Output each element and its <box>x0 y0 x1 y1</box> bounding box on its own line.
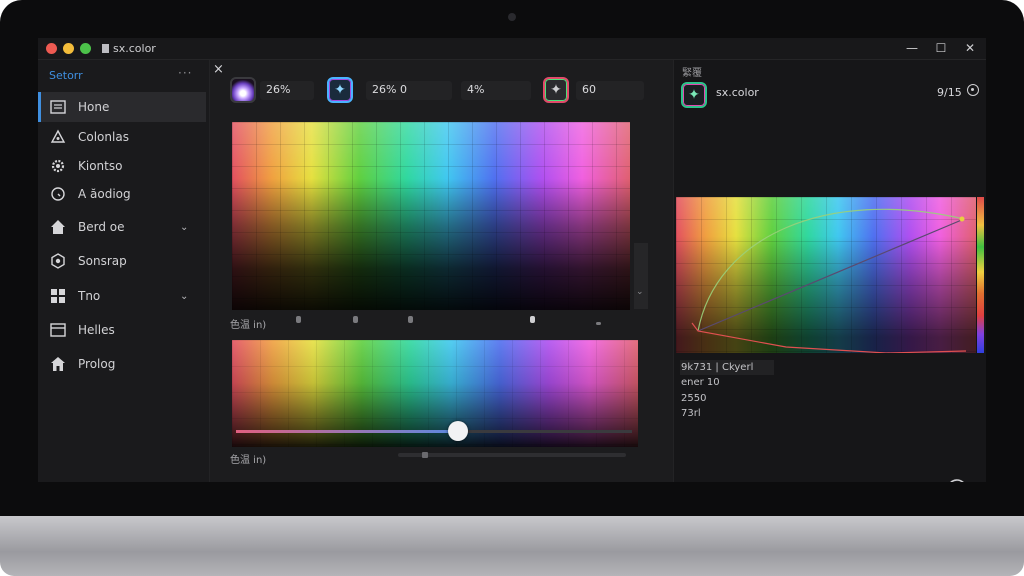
more-icon[interactable]: ··· <box>178 66 192 80</box>
minimize-window-button[interactable] <box>63 43 74 54</box>
slider-fill <box>236 430 458 433</box>
monitor: sx.color — ☐ ✕ Setorr ··· Hone Colonlas <box>0 0 1024 576</box>
close-window-button[interactable] <box>46 43 57 54</box>
swatch-gradient[interactable] <box>230 77 256 103</box>
scale-tick[interactable] <box>408 316 413 323</box>
sidebar-item-loading[interactable]: A ăodiog <box>38 179 206 209</box>
sidebar: Setorr ··· Hone Colonlas Kiontso A ăodio… <box>38 60 210 482</box>
panel-title: 緊覆 <box>682 68 702 79</box>
pixel-grid <box>232 122 630 310</box>
sparkle-icon: ✦ <box>688 87 700 103</box>
color-spectrum-upper[interactable] <box>232 122 630 310</box>
clock-icon <box>49 185 67 203</box>
value-field-4[interactable]: 60 <box>576 81 644 100</box>
sidebar-item-label: Prolog <box>78 357 116 371</box>
sidebar-item-settings[interactable]: Kiontso <box>38 151 206 181</box>
sidebar-item-home[interactable]: Hone <box>38 92 206 122</box>
sidebar-item-label: Helles <box>78 323 115 337</box>
lower-scale-label: 色温 in) <box>230 455 267 466</box>
monitor-chin <box>0 516 1024 576</box>
minimize-icon[interactable]: — <box>904 41 920 55</box>
house-icon <box>49 355 67 373</box>
stat-line: 2550 <box>681 393 707 404</box>
close-panel-icon[interactable]: × <box>213 62 224 77</box>
curve-overlay <box>691 208 967 353</box>
grid4-icon <box>49 287 67 305</box>
maximize-icon[interactable]: ☐ <box>933 41 949 55</box>
sidebar-item-helles[interactable]: Helles <box>38 315 206 345</box>
chevron-down-icon[interactable]: ⌄ <box>180 222 188 233</box>
vertical-scrollbar[interactable]: ⌄ <box>634 243 648 309</box>
title-bar: sx.color — ☐ ✕ <box>38 38 986 60</box>
sidebar-item-label: Berd oe <box>78 220 125 234</box>
value-field-3[interactable]: 4% <box>461 81 531 100</box>
app-window: sx.color — ☐ ✕ Setorr ··· Hone Colonlas <box>38 38 986 482</box>
swatch-active-color[interactable]: ✦ <box>681 82 707 108</box>
close-icon[interactable]: ✕ <box>962 41 978 55</box>
grid-icon <box>49 98 67 116</box>
upper-scale-label: 色温 in) <box>230 320 267 331</box>
scale-tick-active[interactable] <box>530 316 535 323</box>
stat-line: 73rl <box>681 408 701 419</box>
window-title: sx.color <box>102 42 156 55</box>
sidebar-item-sonsrap[interactable]: Sonsrap <box>38 246 206 276</box>
chevron-down-icon[interactable]: ⌄ <box>180 291 188 302</box>
camera-icon <box>508 13 516 21</box>
sidebar-item-label: Kiontso <box>78 159 123 173</box>
sidebar-item-prolog[interactable]: Prolog <box>38 349 206 379</box>
color-name: sx.color <box>716 86 759 99</box>
color-counter: 9/15 <box>937 86 962 99</box>
scale-tick[interactable] <box>596 322 601 325</box>
sidebar-item-tno[interactable]: Tno ⌄ <box>38 281 206 311</box>
target-icon[interactable] <box>967 84 979 96</box>
sparkle-icon: ✦ <box>334 82 346 98</box>
scale-tick[interactable] <box>353 316 358 323</box>
sidebar-item-label: Tno <box>78 289 101 303</box>
hue-strip[interactable] <box>977 197 984 353</box>
scale-tick[interactable] <box>296 316 301 323</box>
sparkle-icon: ✦ <box>550 82 562 98</box>
sidebar-item-colors[interactable]: Colonlas <box>38 122 206 152</box>
sidebar-item-label: Sonsrap <box>78 254 127 268</box>
swatch-sparkle[interactable]: ✦ <box>327 77 353 103</box>
scrollbar-knob[interactable] <box>422 452 428 458</box>
window-icon <box>49 321 67 339</box>
refresh-icon[interactable] <box>944 476 970 482</box>
palette-icon <box>49 128 67 146</box>
zoom-window-button[interactable] <box>80 43 91 54</box>
swatch-sparkle-2[interactable]: ✦ <box>543 77 569 103</box>
right-panel: 緊覆 sx.color 9/15 9k731 | Ckyerl ener 10 … <box>673 60 986 482</box>
slider-thumb[interactable] <box>447 421 468 441</box>
sidebar-item-label: Hone <box>78 100 110 114</box>
stat-line: ener 10 <box>681 377 720 388</box>
stat-line: 9k731 | Ckyerl <box>681 362 754 373</box>
home-icon <box>49 218 67 236</box>
chevron-down-icon: ⌄ <box>636 287 644 297</box>
gear-icon <box>49 157 67 175</box>
value-field-2[interactable]: 26% 0 <box>366 81 452 100</box>
value-field-1[interactable]: 26% <box>260 81 314 100</box>
sidebar-title: Setorr <box>49 69 83 82</box>
sidebar-item-label: Colonlas <box>78 130 129 144</box>
sidebar-item-label: A ăodiog <box>78 187 131 201</box>
curve-spectrum[interactable] <box>676 197 976 353</box>
hexagon-icon <box>49 252 67 270</box>
horizontal-scrollbar[interactable] <box>398 453 626 457</box>
sidebar-item-board[interactable]: Berd oe ⌄ <box>38 212 206 242</box>
document-icon <box>102 44 109 53</box>
